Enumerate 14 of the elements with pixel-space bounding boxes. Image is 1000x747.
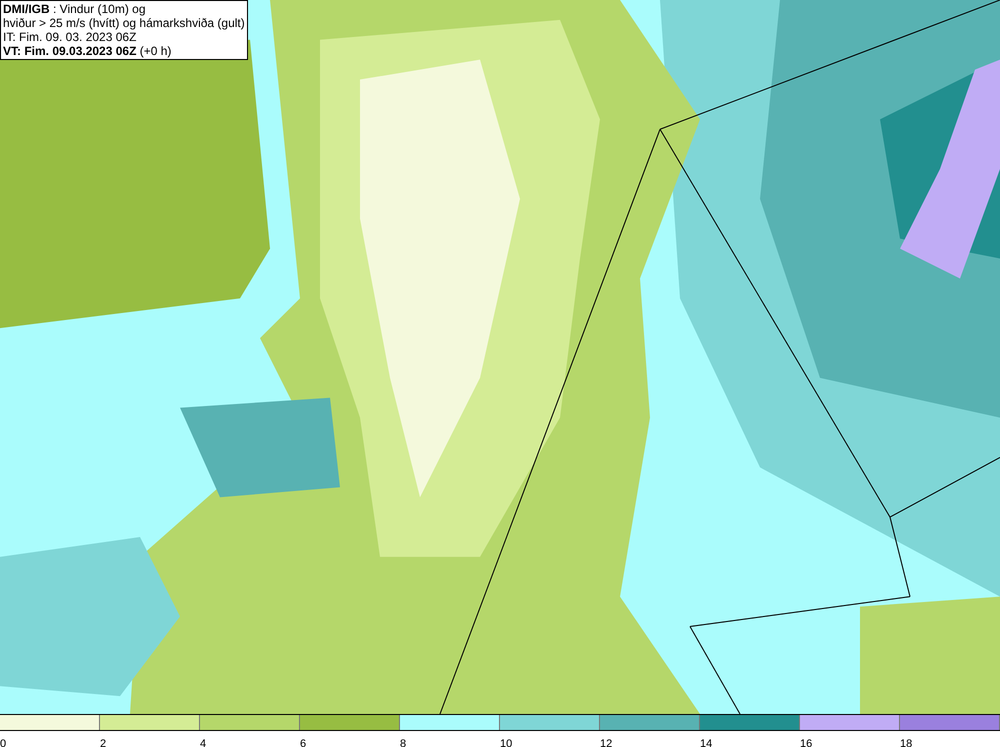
legend-label: 6 bbox=[300, 738, 306, 747]
legend-label: 2 bbox=[100, 738, 106, 747]
legend-label: 14 bbox=[700, 738, 712, 747]
legend-label: 12 bbox=[600, 738, 612, 747]
header-line: VT: Fim. 09.03.2023 06Z (+0 h) bbox=[3, 44, 172, 58]
legend-label: 10 bbox=[500, 738, 512, 747]
header-line: hviður > 25 m/s (hvítt) og hámarkshviða (gult) bbox=[3, 16, 245, 30]
legend-label: 18 bbox=[900, 738, 912, 747]
header-line: IT: Fim. 09. 03. 2023 06Z bbox=[3, 30, 138, 44]
legend-label: 4 bbox=[200, 738, 206, 747]
header-line: DMI/IGB : Vindur (10m) og bbox=[3, 2, 146, 16]
legend-label: 8 bbox=[400, 738, 406, 747]
legend-label: 16 bbox=[800, 738, 812, 747]
legend-label: 0 bbox=[0, 738, 6, 747]
